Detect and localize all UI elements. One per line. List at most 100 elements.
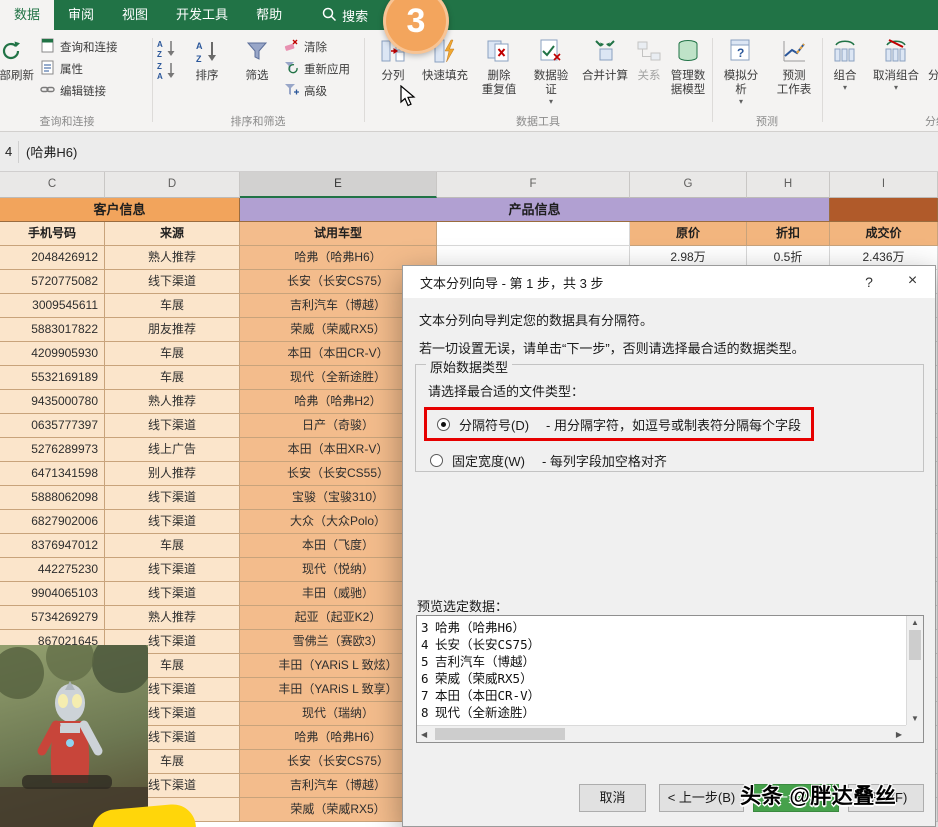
section-header-product[interactable]: 产品信息 [240, 198, 830, 222]
queries-connections-label: 查询和连接 [60, 42, 118, 54]
cell-c[interactable]: 5734269279 [0, 606, 105, 630]
column-header-d[interactable]: D [105, 172, 240, 198]
scroll-left-icon[interactable]: ◀ [421, 730, 427, 739]
cell-d[interactable]: 朋友推荐 [105, 318, 240, 342]
dialog-help-button[interactable]: ? [849, 266, 889, 298]
scroll-down-icon[interactable]: ▼ [907, 714, 923, 723]
cell-d[interactable]: 熟人推荐 [105, 390, 240, 414]
cell-d[interactable]: 熟人推荐 [105, 246, 240, 270]
cell-c[interactable]: 3009545611 [0, 294, 105, 318]
cell-c[interactable]: 8376947012 [0, 534, 105, 558]
scroll-right-icon[interactable]: ▶ [896, 730, 902, 739]
column-header-g[interactable]: G [630, 172, 747, 198]
vscroll-thumb[interactable] [909, 630, 921, 660]
reapply-filter-button[interactable]: 重新应用 [284, 59, 350, 79]
forecast-sheet-button[interactable]: 预测 工作表 [770, 35, 818, 97]
cell-c[interactable]: 2048426912 [0, 246, 105, 270]
properties-button[interactable]: 属性 [40, 59, 148, 79]
cell-d[interactable]: 车展 [105, 294, 240, 318]
radio-fixed-width[interactable] [430, 454, 443, 467]
cell-c[interactable]: 5720775082 [0, 270, 105, 294]
cell-d[interactable]: 车展 [105, 366, 240, 390]
column-header-c[interactable]: C [0, 172, 105, 198]
name-box[interactable]: 4 [0, 144, 15, 159]
column-header-e-selected[interactable]: E [240, 172, 437, 198]
queries-connections-button[interactable]: 查询和连接 [40, 37, 148, 57]
column-header-f[interactable]: F [437, 172, 630, 198]
subtotal-button[interactable]: Σ 分类汇总 [926, 35, 938, 83]
sort-button[interactable]: AZ 排序 [184, 35, 230, 83]
filter-button[interactable]: 筛选 [234, 35, 280, 83]
cell-d[interactable]: 线下渠道 [105, 414, 240, 438]
cancel-button[interactable]: 取消 [579, 784, 646, 812]
cell-c[interactable]: 4209905930 [0, 342, 105, 366]
back-button[interactable]: < 上一步(B) [659, 784, 744, 812]
consolidate-button[interactable]: 合并计算 [578, 35, 632, 83]
radio-delimited[interactable] [437, 417, 450, 431]
header-phone[interactable]: 手机号码 [0, 222, 105, 246]
cell-d[interactable]: 线下渠道 [105, 558, 240, 582]
cell-c[interactable]: 9904065103 [0, 582, 105, 606]
header-original-price[interactable]: 原价 [630, 222, 747, 246]
cell-c[interactable]: 9435000780 [0, 390, 105, 414]
what-if-label: 模拟分 析 [723, 70, 759, 96]
tab-data[interactable]: 数据 [0, 0, 55, 30]
tab-view[interactable]: 视图 [108, 0, 162, 30]
sort-za-icon: ZA [156, 60, 178, 83]
section-header-right[interactable] [830, 198, 938, 222]
sort-asc-button[interactable]: AZ [156, 39, 178, 59]
section-header-customer[interactable]: 客户信息 [0, 198, 240, 222]
cell-d[interactable]: 车展 [105, 534, 240, 558]
cell-d[interactable]: 线下渠道 [105, 582, 240, 606]
tab-help[interactable]: 帮助 [242, 0, 296, 30]
scroll-up-icon[interactable]: ▲ [907, 618, 923, 627]
cell-c[interactable]: 5883017822 [0, 318, 105, 342]
sort-desc-button[interactable]: ZA [156, 61, 178, 81]
cell-d[interactable]: 熟人推荐 [105, 606, 240, 630]
cell-d[interactable]: 别人推荐 [105, 462, 240, 486]
cell-d[interactable]: 线上广告 [105, 438, 240, 462]
data-validation-button[interactable]: 数据验 证 ▾ [526, 35, 576, 106]
column-header-i[interactable]: I [830, 172, 938, 198]
manage-data-model-button[interactable]: 管理数 据模型 [664, 35, 712, 97]
ungroup-button[interactable]: 取消组合 ▾ [868, 35, 924, 92]
header-blank[interactable] [437, 222, 630, 246]
header-discount[interactable]: 折扣 [747, 222, 830, 246]
cell-c[interactable]: 6471341598 [0, 462, 105, 486]
cell-d[interactable]: 线下渠道 [105, 270, 240, 294]
dropdown-caret-icon: ▾ [738, 97, 743, 106]
preview-list[interactable]: 3 哈弗（哈弗H6） 4 长安（长安CS75） 5 吉利汽车（博越） 6 荣威（荣威RX5） 7… [421, 619, 904, 723]
remove-duplicates-button[interactable]: 删除 重复值 [474, 35, 524, 97]
cell-d[interactable]: 线下渠道 [105, 510, 240, 534]
cell-c[interactable]: 6827902006 [0, 510, 105, 534]
what-if-analysis-button[interactable]: ? 模拟分 析 ▾ [718, 35, 764, 106]
cell-c[interactable]: 442275230 [0, 558, 105, 582]
header-source[interactable]: 来源 [105, 222, 240, 246]
header-deal-price[interactable]: 成交价 [830, 222, 938, 246]
cell-c[interactable]: 0635777397 [0, 414, 105, 438]
cell-c[interactable]: 5276289973 [0, 438, 105, 462]
formula-input[interactable]: (哈弗H6) [26, 142, 77, 161]
relationships-button[interactable]: 关系 [632, 35, 666, 83]
ribbon-search[interactable]: 搜索 [322, 0, 368, 30]
preview-hscrollbar[interactable]: ◀ ▶ [417, 725, 906, 742]
cell-c[interactable]: 5888062098 [0, 486, 105, 510]
cell-d[interactable]: 线下渠道 [105, 486, 240, 510]
preview-vscrollbar[interactable]: ▲ ▼ [906, 616, 923, 725]
advanced-filter-button[interactable]: 高级 [284, 81, 350, 101]
refresh-all-button[interactable]: 全部刷新 [0, 35, 40, 83]
edit-links-button[interactable]: 编辑链接 [40, 81, 148, 101]
cell-d[interactable]: 车展 [105, 342, 240, 366]
queries-stack: 查询和连接 属性 编辑链接 [40, 37, 148, 101]
clear-filter-button[interactable]: 清除 [284, 37, 350, 57]
tab-developer[interactable]: 开发工具 [162, 0, 242, 30]
cell-c[interactable]: 5532169189 [0, 366, 105, 390]
tab-review[interactable]: 审阅 [54, 0, 108, 30]
group-button[interactable]: 组合 ▾ [824, 35, 866, 92]
advanced-filter-icon [284, 82, 299, 100]
consolidate-icon [592, 35, 618, 67]
dialog-close-button[interactable]: × [890, 266, 935, 298]
header-trial-model[interactable]: 试用车型 [240, 222, 437, 246]
hscroll-thumb[interactable] [435, 728, 565, 740]
column-header-h[interactable]: H [747, 172, 830, 198]
